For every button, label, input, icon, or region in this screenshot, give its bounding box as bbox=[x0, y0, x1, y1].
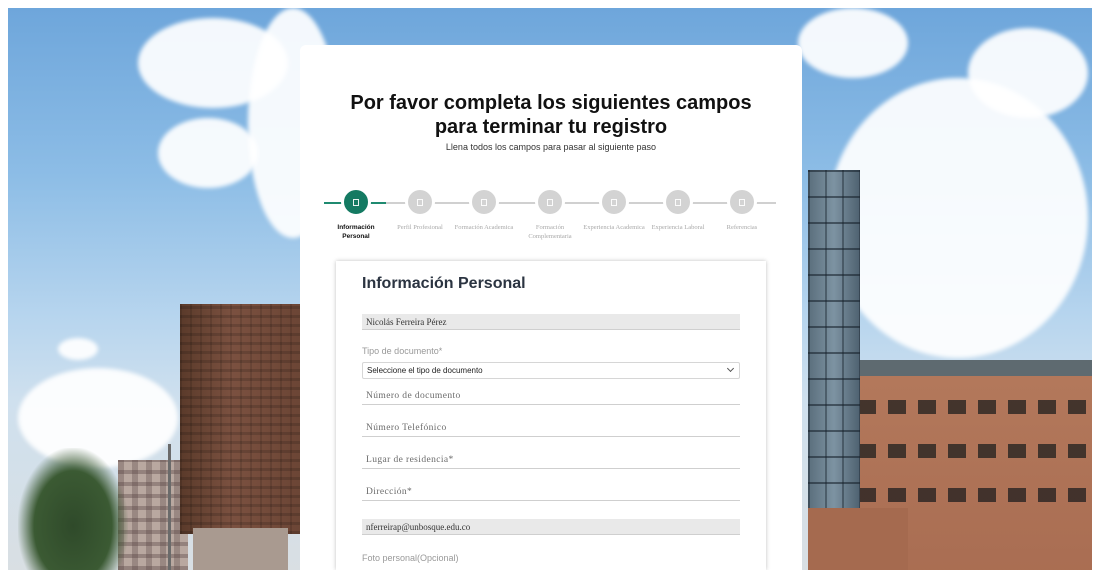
building-tower bbox=[118, 460, 188, 570]
progress-stepper: Información Personal Perfil Profesional … bbox=[324, 187, 776, 257]
address-input[interactable] bbox=[362, 483, 740, 501]
step-label: Referencias bbox=[726, 224, 758, 231]
form-title: Información Personal bbox=[362, 275, 526, 292]
step-circle bbox=[469, 187, 499, 217]
step-circle bbox=[535, 187, 565, 217]
step-label: Formación Academica bbox=[454, 224, 514, 231]
cloud bbox=[968, 28, 1088, 118]
residence-input[interactable] bbox=[362, 451, 740, 469]
step-experiencia-academica[interactable]: Experiencia Academica bbox=[582, 187, 646, 232]
personal-info-form: Información Personal Nicolás Ferreira Pé… bbox=[336, 261, 766, 570]
phone-input[interactable] bbox=[362, 419, 740, 437]
step-label: Experiencia Laboral bbox=[651, 224, 705, 231]
cloud bbox=[828, 78, 1088, 358]
step-square-icon bbox=[675, 198, 681, 206]
document-type-label: Tipo de documento* bbox=[362, 346, 443, 356]
step-square-icon bbox=[611, 198, 617, 206]
step-label: Información Personal bbox=[337, 224, 375, 240]
building-glass bbox=[808, 170, 860, 510]
registration-card: Por favor completa los siguientes campos… bbox=[300, 45, 802, 570]
document-type-select[interactable]: Seleccione el tipo de documento bbox=[362, 362, 740, 379]
step-experiencia-laboral[interactable]: Experiencia Laboral bbox=[646, 187, 710, 232]
step-square-icon bbox=[353, 198, 359, 206]
step-circle bbox=[341, 187, 371, 217]
document-type-value: Seleccione el tipo de documento bbox=[367, 366, 483, 375]
step-circle bbox=[599, 187, 629, 217]
step-circle bbox=[405, 187, 435, 217]
step-perfil-profesional[interactable]: Perfil Profesional bbox=[388, 187, 452, 232]
step-referencias[interactable]: Referencias bbox=[710, 187, 774, 232]
building-brown bbox=[180, 304, 308, 534]
street-lamp bbox=[168, 444, 171, 570]
step-circle bbox=[727, 187, 757, 217]
step-informacion-personal[interactable]: Información Personal bbox=[324, 187, 388, 241]
step-square-icon bbox=[481, 198, 487, 206]
cloud bbox=[798, 8, 908, 78]
building-brick-low bbox=[808, 508, 908, 570]
document-number-input[interactable] bbox=[362, 387, 740, 405]
step-formacion-complementaria[interactable]: Formación Complementaria bbox=[518, 187, 582, 241]
step-label: Perfil Profesional bbox=[397, 224, 443, 231]
cloud bbox=[58, 338, 98, 360]
step-square-icon bbox=[417, 198, 423, 206]
step-formacion-academica[interactable]: Formación Academica bbox=[452, 187, 516, 232]
building-low bbox=[193, 528, 288, 570]
photo-label: Foto personal(Opcional) bbox=[362, 553, 459, 563]
chevron-down-icon bbox=[726, 364, 735, 373]
tree bbox=[18, 448, 128, 570]
cloud bbox=[158, 118, 258, 188]
step-square-icon bbox=[739, 198, 745, 206]
email-field: nferreirap@unbosque.edu.co bbox=[362, 519, 740, 535]
page-subtitle: Llena todos los campos para pasar al sig… bbox=[445, 142, 657, 152]
step-label: Formación Complementaria bbox=[528, 224, 572, 240]
step-label: Experiencia Academica bbox=[583, 224, 645, 231]
page-title: Por favor completa los siguientes campos… bbox=[350, 92, 752, 138]
step-square-icon bbox=[547, 198, 553, 206]
step-circle bbox=[663, 187, 693, 217]
full-name-field: Nicolás Ferreira Pérez bbox=[362, 314, 740, 330]
